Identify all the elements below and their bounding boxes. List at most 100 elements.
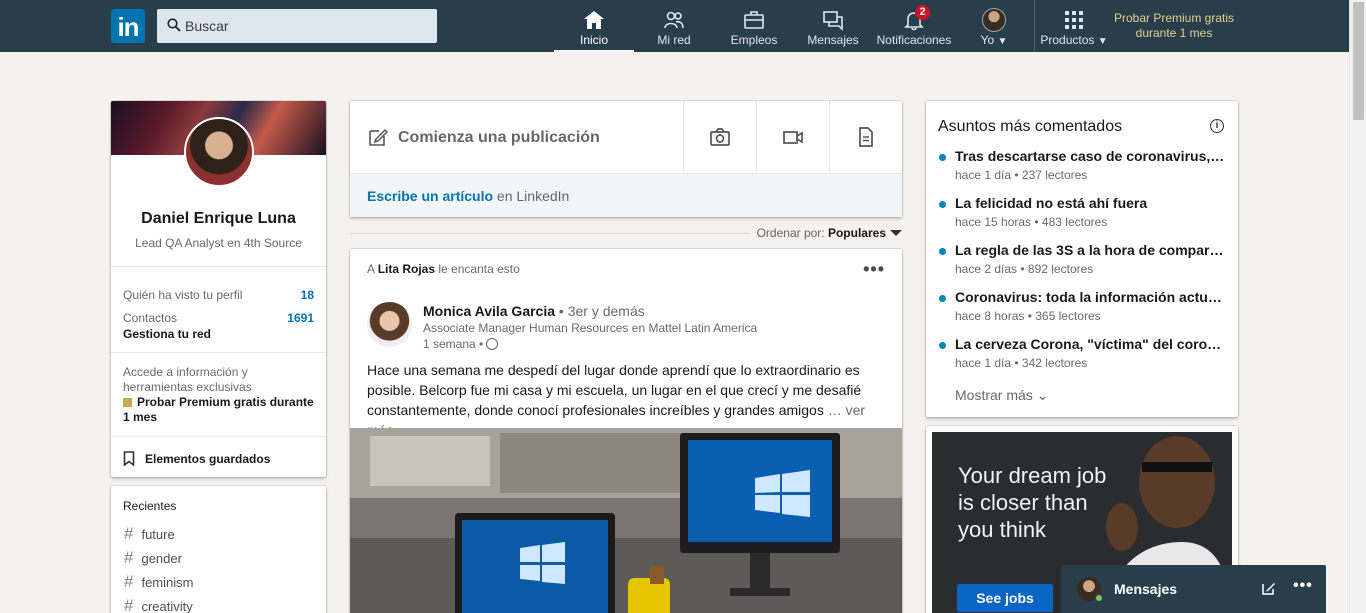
- premium-upsell-link[interactable]: Probar Premium gratis durante 1 mes: [1108, 11, 1240, 41]
- linkedin-logo[interactable]: in: [111, 9, 145, 43]
- premium-promo[interactable]: Accede a información y herramientas excl…: [123, 365, 316, 425]
- share-box: Comienza una publicación Escribe un artí…: [350, 101, 902, 217]
- premium-icon: [123, 398, 132, 407]
- document-icon: [859, 127, 873, 147]
- profile-views-count: 18: [300, 288, 314, 302]
- profile-headline: Lead QA Analyst en 4th Source: [135, 236, 302, 250]
- news-title: Asuntos más comentados: [938, 118, 1123, 135]
- nav-my-network[interactable]: Mi red: [634, 0, 714, 52]
- news-meta: hace 1 día • 342 lectores: [955, 356, 1088, 370]
- share-video-button[interactable]: [756, 101, 829, 173]
- connections-label: Contactos: [123, 311, 178, 325]
- hashtag-icon: #: [124, 572, 134, 591]
- hashtag-link[interactable]: # gender: [124, 548, 182, 568]
- connection-degree: • 3er y demás: [555, 303, 645, 319]
- messaging-options-button[interactable]: •••: [1293, 577, 1313, 595]
- author-avatar[interactable]: [367, 302, 412, 347]
- feed-sort: Ordenar por: Populares: [350, 224, 902, 240]
- see-jobs-button[interactable]: See jobs: [957, 584, 1053, 612]
- write-article-link[interactable]: Escribe un artículo: [367, 188, 493, 204]
- nav-jobs-label: Empleos: [730, 33, 778, 47]
- nav-home[interactable]: Inicio: [554, 0, 634, 52]
- chevron-down-icon: ⌄: [1036, 387, 1049, 403]
- compose-icon[interactable]: [1262, 581, 1276, 595]
- divider: [350, 233, 750, 234]
- briefcase-icon: [744, 11, 764, 29]
- liker-name-link[interactable]: Lita Rojas: [378, 262, 435, 276]
- divider: [111, 436, 326, 437]
- search-box[interactable]: [157, 9, 437, 43]
- profile-photo[interactable]: [184, 117, 254, 187]
- write-article: Escribe un artículo en LinkedIn: [350, 173, 902, 217]
- global-nav: in Inicio Mi red Empleos Mensajes 2 Noti…: [0, 0, 1349, 52]
- ad-headline: Your dream job is closer than you think: [958, 463, 1107, 542]
- chevron-down-icon: ▼: [997, 36, 1008, 47]
- news-meta: hace 1 día • 237 lectores: [955, 168, 1088, 182]
- nav-me-label: Yo ▼: [980, 33, 1008, 47]
- hashtag-link[interactable]: # future: [124, 524, 175, 544]
- pencil-icon: [369, 128, 388, 146]
- sort-dropdown[interactable]: Ordenar por: Populares: [757, 226, 902, 240]
- nav-home-label: Inicio: [579, 33, 608, 47]
- news-headline: La cerveza Corona, "víctima" del coronav…: [955, 336, 1225, 352]
- bookmark-icon: [123, 451, 135, 466]
- online-status-icon: [1094, 593, 1104, 603]
- hashtag-link[interactable]: # creativity: [124, 596, 193, 613]
- news-headline: Coronavirus: toda la información actuali…: [955, 289, 1225, 305]
- recents-title: Recientes: [123, 499, 177, 513]
- messaging-title: Mensajes: [1114, 581, 1178, 597]
- news-meta: hace 2 días • 892 lectores: [955, 262, 1094, 276]
- post-image[interactable]: [350, 428, 902, 613]
- nav-me[interactable]: Yo ▼: [966, 0, 1022, 52]
- premium-promo-cta[interactable]: Probar Premium gratis durante 1 mes: [123, 395, 316, 425]
- search-input[interactable]: [185, 9, 430, 43]
- scrollbar[interactable]: [1349, 0, 1366, 613]
- post-options-button[interactable]: •••: [863, 259, 885, 280]
- sort-value: Populares: [827, 226, 886, 240]
- profile-name[interactable]: Daniel Enrique Luna: [111, 210, 326, 228]
- notifications-badge: 2: [915, 5, 930, 20]
- nav-notifications[interactable]: 2 Notificaciones: [872, 0, 956, 52]
- feed-post: A Lita Rojas le encanta esto ••• Monica …: [350, 249, 902, 613]
- manage-network-link[interactable]: Gestiona tu red: [123, 327, 314, 341]
- divider: [111, 352, 326, 353]
- divider: [111, 266, 326, 267]
- start-post-label: Comienza una publicación: [398, 129, 600, 146]
- show-more-button[interactable]: Mostrar más ⌄: [955, 387, 1048, 404]
- news-module: Asuntos más comentados i Tras descartars…: [926, 101, 1238, 417]
- bullet-icon: [939, 201, 946, 208]
- profile-views[interactable]: Quién ha visto tu perfil 18: [123, 288, 314, 302]
- saved-items-link[interactable]: Elementos guardados: [123, 451, 270, 466]
- nav-my-network-label: Mi red: [657, 33, 691, 47]
- connections[interactable]: Contactos 1691 Gestiona tu red: [123, 311, 314, 341]
- start-post-button[interactable]: Comienza una publicación: [350, 101, 683, 173]
- nav-messaging[interactable]: Mensajes: [793, 0, 873, 52]
- hashtag-link[interactable]: # feminism: [124, 572, 193, 592]
- nav-products[interactable]: Productos ▼: [1036, 0, 1112, 52]
- chevron-down-icon: ▼: [1097, 36, 1108, 47]
- nav-notifications-label: Notificaciones: [876, 33, 952, 47]
- connections-count: 1691: [287, 311, 314, 325]
- nav-jobs[interactable]: Empleos: [714, 0, 794, 52]
- bullet-icon: [939, 154, 946, 161]
- author-name[interactable]: Monica Avila Garcia • 3er y demás: [423, 303, 645, 319]
- bullet-icon: [939, 342, 946, 349]
- bullet-icon: [939, 295, 946, 302]
- messaging-overlay[interactable]: Mensajes •••: [1061, 565, 1326, 613]
- scrollbar-thumb[interactable]: [1353, 2, 1364, 120]
- globe-icon: [486, 338, 499, 350]
- network-icon: [664, 11, 684, 29]
- share-document-button[interactable]: [829, 101, 902, 173]
- news-headline: Tras descartarse caso de coronavirus, Mé…: [955, 148, 1225, 164]
- home-icon: [584, 11, 604, 29]
- premium-promo-text: Accede a información y herramientas excl…: [123, 365, 252, 394]
- post-timestamp: 1 semana •: [423, 337, 499, 351]
- search-icon: [167, 18, 181, 32]
- share-photo-button[interactable]: [683, 101, 756, 173]
- me-avatar: [982, 8, 1006, 32]
- info-icon[interactable]: i: [1210, 119, 1224, 133]
- nav-products-label: Productos ▼: [1040, 33, 1108, 47]
- nav-divider: [1034, 0, 1035, 52]
- profile-card: Daniel Enrique Luna Lead QA Analyst en 4…: [111, 101, 326, 477]
- news-meta: hace 8 horas • 365 lectores: [955, 309, 1101, 323]
